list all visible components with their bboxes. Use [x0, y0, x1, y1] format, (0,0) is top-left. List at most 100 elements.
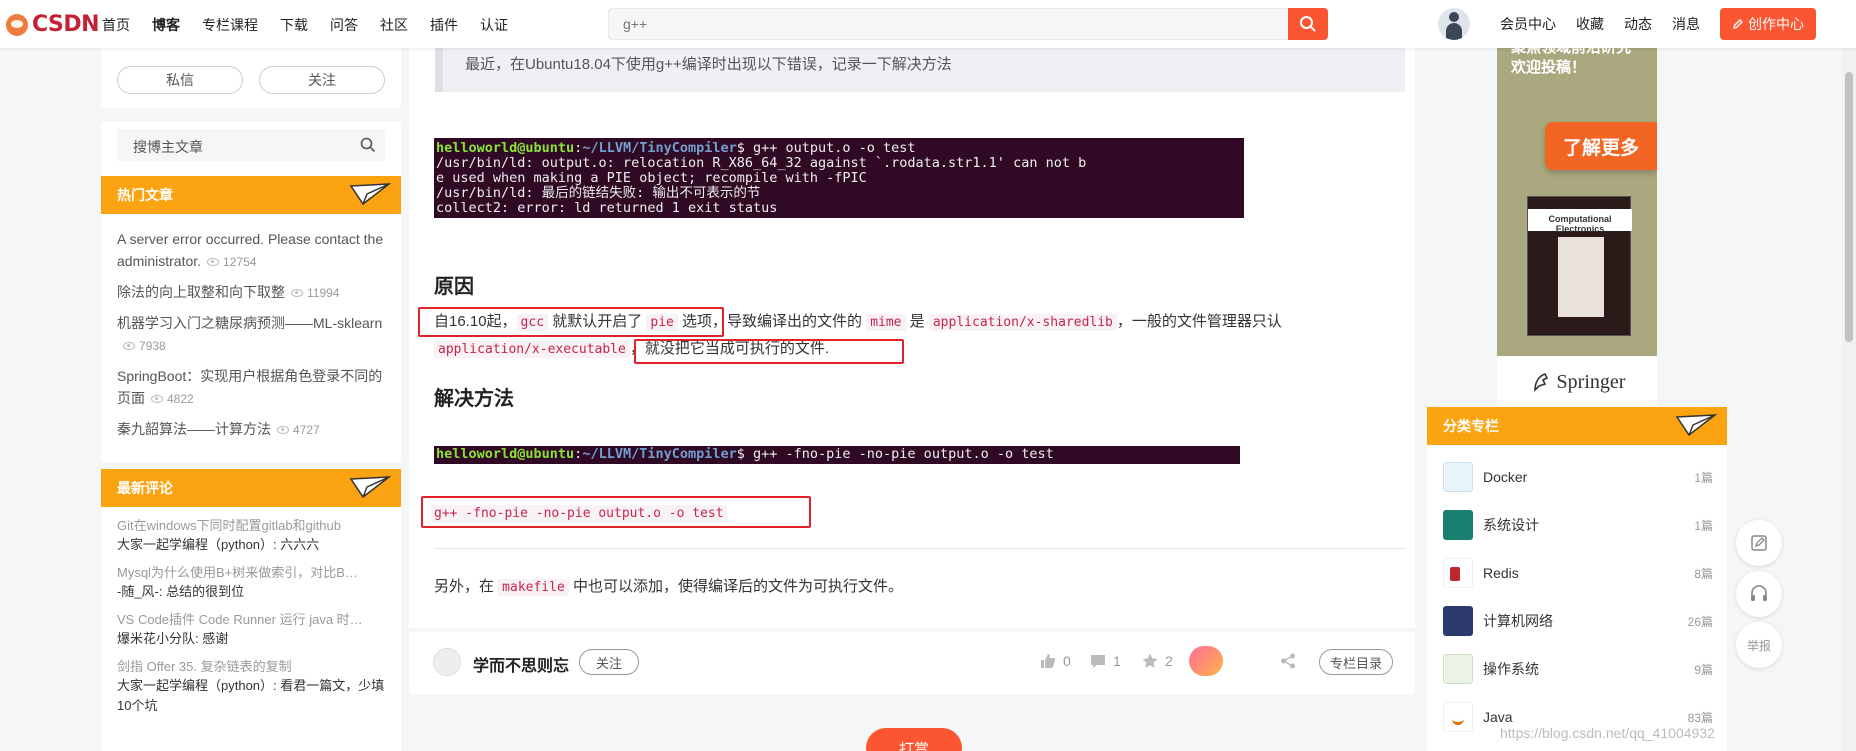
page-scrollbar[interactable] — [1842, 48, 1856, 751]
comment-article-title[interactable]: Git在windows下同时配置gitlab和github — [117, 517, 385, 535]
intro-text: 最近，在Ubuntu18.04下使用g++编译时出现以下错误，记录一下解决方法 — [465, 56, 952, 73]
hot-article-item[interactable]: 秦九韶算法——计算方法 4727 — [117, 418, 385, 441]
tip-button[interactable]: 打赏 — [866, 728, 962, 751]
article-toolbar: 学而不思则忘 关注 0 1 2 专栏目录 — [409, 632, 1415, 694]
solution-code-box: g++ -fno-pie -no-pie output.o -o test — [421, 496, 811, 528]
view-count: 11994 — [291, 282, 339, 304]
comment-article-title[interactable]: Mysql为什么使用B+树来做索引，对比B… — [117, 564, 385, 582]
nav-item-plugin[interactable]: 插件 — [430, 15, 458, 35]
sidebar-ad[interactable]: 聚焦领域前沿研究 欢迎投稿！ 了解更多 Computational Electr… — [1497, 48, 1657, 408]
blog-search-input[interactable]: 搜博主文章 — [117, 129, 385, 161]
operating-system-icon — [1443, 654, 1473, 684]
messages-link[interactable]: 消息 — [1672, 14, 1700, 34]
headset-icon — [1751, 585, 1767, 601]
csdn-logo-icon — [6, 13, 28, 36]
nav-item-certification[interactable]: 认证 — [480, 15, 508, 35]
terminal-prompt-user: helloworld@ubuntu — [436, 446, 575, 462]
comment-button[interactable]: 1 — [1089, 652, 1121, 670]
blog-search-button[interactable] — [351, 129, 385, 161]
like-button[interactable]: 0 — [1039, 652, 1071, 670]
comment-text: 大家一起学编程（python）: 看君一篇文，少填10个坑 — [117, 678, 385, 713]
hot-article-title[interactable]: 除法的向上取整和向下取整 — [117, 284, 285, 300]
eye-icon — [123, 342, 135, 350]
report-button[interactable]: 举报 — [1736, 622, 1782, 668]
follow-author-button[interactable]: 关注 — [579, 649, 639, 675]
comment-item[interactable]: Git在windows下同时配置gitlab和github 大家一起学编程（pyt… — [117, 517, 385, 555]
reward-icon[interactable] — [1189, 646, 1223, 676]
create-center-button[interactable]: 创作中心 — [1720, 8, 1816, 40]
edit-icon — [1751, 535, 1767, 551]
activity-link[interactable]: 动态 — [1624, 14, 1652, 34]
hot-article-item[interactable]: SpringBoot：实现用户根据角色登录不同的页面 4822 — [117, 365, 385, 410]
comment-count: 1 — [1113, 653, 1121, 669]
terminal-command: $ g++ output.o -o test — [736, 140, 916, 156]
journal-title: Computational Electronics — [1528, 209, 1632, 234]
private-message-button[interactable]: 私信 — [117, 66, 243, 94]
comment-item[interactable]: 剑指 Offer 35. 复杂链表的复制大家一起学编程（python）: 看君一… — [117, 658, 385, 716]
comment-item[interactable]: VS Code插件 Code Runner 运行 java 时… 爆米花小分队: … — [117, 611, 385, 649]
computer-network-icon — [1443, 606, 1473, 636]
nav-item-courses[interactable]: 专栏课程 — [202, 15, 258, 35]
view-count-value: 12754 — [223, 255, 257, 269]
blog-watermark: https://blog.csdn.net/qq_41004932 — [1500, 725, 1715, 741]
favorite-button[interactable]: 2 — [1141, 652, 1173, 670]
article-content: 最近，在Ubuntu18.04下使用g++编译时出现以下错误，记录一下解决方法 … — [409, 48, 1415, 628]
categories-title: 分类专栏 — [1443, 418, 1499, 434]
nav-item-community[interactable]: 社区 — [380, 15, 408, 35]
category-item-docker[interactable]: Docker 1篇 — [1443, 459, 1713, 495]
star-icon — [1142, 653, 1158, 668]
terminal-line: e used when making a PIE object; recompi… — [436, 170, 867, 186]
inline-code: mime — [866, 314, 906, 331]
system-design-icon — [1443, 510, 1473, 540]
customer-service-button[interactable] — [1736, 571, 1782, 617]
category-item-operating-system[interactable]: 操作系统 9篇 — [1443, 651, 1713, 687]
terminal-screenshot-error: helloworld@ubuntu:~/LLVM/TinyCompiler$ g… — [434, 138, 1244, 218]
comment-text: 爆米花小分队: 感谢 — [117, 631, 229, 646]
eye-icon — [291, 289, 303, 297]
paper-plane-icon — [349, 183, 391, 206]
category-count: 9篇 — [1694, 662, 1713, 677]
hot-articles-list: A server error occurred. Please contact … — [101, 214, 401, 462]
scrollbar-thumb[interactable] — [1845, 72, 1853, 342]
latest-comments-list: Git在windows下同时配置gitlab和github 大家一起学编程（pyt… — [101, 507, 401, 751]
author-name[interactable]: 学而不思则忘 — [473, 652, 569, 676]
top-search-button[interactable] — [1288, 8, 1328, 40]
catalog-button[interactable]: 专栏目录 — [1319, 649, 1393, 675]
comment-article-title[interactable]: VS Code插件 Code Runner 运行 java 时… — [117, 611, 385, 629]
solution-code[interactable]: g++ -fno-pie -no-pie output.o -o test — [431, 505, 727, 522]
comment-article-title[interactable]: 剑指 Offer 35. 复杂链表的复制 — [117, 658, 385, 676]
terminal-line: /usr/bin/ld: output.o: relocation R_X86_… — [436, 155, 1087, 171]
category-count: 8篇 — [1694, 566, 1713, 581]
nav-item-qa[interactable]: 问答 — [330, 15, 358, 35]
hot-article-item[interactable]: 除法的向上取整和向下取整 11994 — [117, 281, 385, 304]
category-name: Docker — [1483, 469, 1528, 485]
extra-text: 中也可以添加，使得编译后的文件为可执行文件。 — [568, 578, 903, 595]
member-center-link[interactable]: 会员中心 — [1500, 14, 1556, 34]
terminal-command: $ g++ -fno-pie -no-pie output.o -o test — [736, 446, 1054, 462]
follow-button[interactable]: 关注 — [259, 66, 385, 94]
csdn-logo[interactable]: CSDN — [6, 12, 100, 37]
favorites-link[interactable]: 收藏 — [1576, 14, 1604, 34]
hot-article-title[interactable]: 秦九韶算法——计算方法 — [117, 421, 271, 437]
top-search-box — [608, 8, 1328, 40]
nav-item-blog[interactable]: 博客 — [152, 15, 180, 35]
nav-item-download[interactable]: 下载 — [280, 15, 308, 35]
write-note-button[interactable] — [1736, 520, 1782, 566]
ad-learn-more-button[interactable]: 了解更多 — [1545, 122, 1657, 170]
author-avatar[interactable] — [433, 648, 461, 676]
user-avatar[interactable] — [1438, 8, 1470, 40]
category-item-system-design[interactable]: 系统设计 1篇 — [1443, 507, 1713, 543]
share-icon[interactable] — [1279, 652, 1297, 670]
category-item-computer-network[interactable]: 计算机网络 26篇 — [1443, 603, 1713, 639]
top-search-input[interactable] — [609, 9, 1269, 39]
comment-item[interactable]: Mysql为什么使用B+树来做索引，对比B… -随_风-: 总结的很到位 — [117, 564, 385, 602]
ad-headline-line: 聚焦领域前沿研究 — [1511, 48, 1631, 58]
hot-article-item[interactable]: 机器学习入门之糖尿病预测——ML-sklearn 7938 — [117, 312, 385, 357]
hot-articles-title: 热门文章 — [117, 187, 173, 203]
category-item-redis[interactable]: Redis 8篇 — [1443, 555, 1713, 591]
reason-text: 导致编译出的文件的 — [727, 313, 867, 330]
hot-article-title[interactable]: 机器学习入门之糖尿病预测——ML-sklearn — [117, 315, 382, 331]
categories-list: Docker 1篇 系统设计 1篇 Redis 8篇 计算机网络 26篇 操作系… — [1427, 407, 1727, 751]
nav-item-home[interactable]: 首页 — [102, 15, 130, 35]
hot-article-item[interactable]: A server error occurred. Please contact … — [117, 228, 385, 273]
